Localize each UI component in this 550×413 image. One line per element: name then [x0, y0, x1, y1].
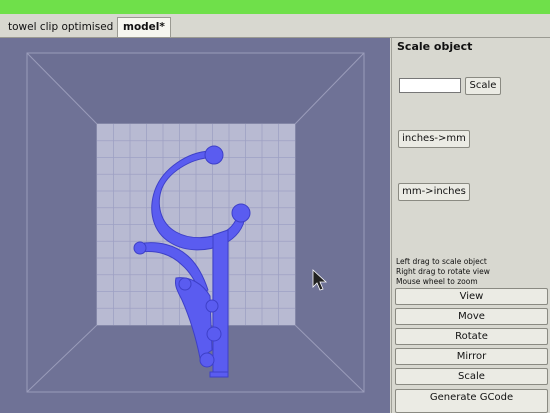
scale-mode-button[interactable]: Scale [395, 368, 548, 385]
hint-line: Right drag to rotate view [396, 267, 490, 276]
generate-gcode-button[interactable]: Generate GCode [395, 389, 548, 413]
scale-value-input[interactable] [399, 78, 461, 93]
rotate-button[interactable]: Rotate [395, 328, 548, 345]
model-stem-knob-1 [205, 299, 219, 313]
model-arm-tip [133, 241, 147, 255]
model-stem-knob-3 [199, 352, 215, 368]
tab-model[interactable]: model* [117, 17, 171, 38]
model-stem-knob-2 [206, 326, 222, 342]
move-button[interactable]: Move [395, 308, 548, 325]
viewport-canvas[interactable] [0, 38, 390, 413]
hint-line: Left drag to scale object [396, 257, 487, 266]
tab-bar: towel clip optimised model* [0, 14, 550, 38]
model-hook-tip-top [204, 145, 224, 165]
hint-line: Mouse wheel to zoom [396, 277, 478, 286]
model-jaw-knob [178, 277, 192, 291]
inches-to-mm-button[interactable]: inches->mm [398, 130, 470, 148]
model-hook-tip-right [231, 203, 251, 223]
mm-to-inches-button[interactable]: mm->inches [398, 183, 470, 201]
panel-title: Scale object [397, 40, 473, 53]
tab-towel-clip-optimised[interactable]: towel clip optimised [4, 18, 117, 36]
title-bar [0, 0, 550, 14]
scale-button[interactable]: Scale [465, 77, 501, 95]
sidebar-panel: Scale object Scale inches->mm mm->inches… [391, 38, 550, 413]
view-button[interactable]: View [395, 288, 548, 305]
mirror-button[interactable]: Mirror [395, 348, 548, 365]
model-stem-base [209, 371, 229, 378]
3d-viewport[interactable] [0, 38, 390, 413]
usage-hints: Left drag to scale object Right drag to … [396, 257, 490, 287]
